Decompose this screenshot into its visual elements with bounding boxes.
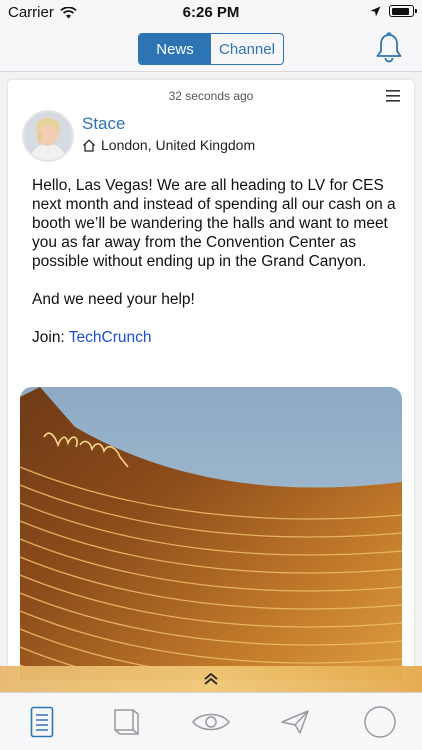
author-name[interactable]: Stace	[82, 114, 125, 134]
post-body: Hello, Las Vegas! We are all heading to …	[32, 176, 402, 366]
post-timestamp: 32 seconds ago	[168, 89, 254, 103]
book-icon	[113, 708, 139, 735]
expand-handle[interactable]	[0, 666, 422, 692]
bottom-tab-bar	[0, 692, 422, 750]
tab-news[interactable]: News	[139, 34, 211, 64]
hotel-building-photo	[20, 387, 402, 680]
battery-icon	[389, 5, 417, 17]
status-right	[370, 5, 417, 17]
double-chevron-up-icon	[204, 673, 218, 685]
battery-level	[391, 7, 409, 15]
hamburger-menu-icon[interactable]	[386, 90, 400, 102]
author-location: London, United Kingdom	[82, 137, 255, 153]
location-arrow-icon	[370, 6, 381, 16]
post-card[interactable]: 32 seconds ago Stace London, United King…	[8, 80, 414, 680]
navigation-bar: News Channel	[0, 26, 422, 72]
join-label: Join:	[32, 329, 65, 346]
location-label: London, United Kingdom	[101, 137, 256, 153]
status-time: 6:26 PM	[182, 4, 240, 21]
tab-feed[interactable]	[0, 693, 84, 750]
avatar-photo	[24, 112, 72, 160]
post-paragraph: And we need your help!	[32, 291, 195, 308]
status-bar: Carrier 6:26 PM	[0, 0, 422, 26]
author-avatar[interactable]	[22, 110, 74, 162]
tab-send[interactable]	[253, 693, 337, 750]
channel-link[interactable]: TechCrunch	[69, 329, 152, 346]
post-image[interactable]	[20, 387, 402, 680]
tab-book[interactable]	[84, 693, 168, 750]
circle-icon	[364, 705, 396, 738]
post-paragraph: Hello, Las Vegas! We are all heading to …	[32, 177, 396, 270]
join-line: Join: TechCrunch	[32, 328, 402, 347]
home-icon	[83, 139, 95, 152]
tab-profile[interactable]	[338, 693, 422, 750]
tab-channel[interactable]: Channel	[211, 34, 283, 64]
send-icon	[281, 709, 310, 734]
bell-icon[interactable]	[374, 32, 404, 64]
news-channel-segmented-control: News Channel	[138, 33, 284, 65]
eye-icon	[192, 713, 230, 730]
feed-icon	[30, 706, 54, 737]
tab-watch[interactable]	[169, 693, 253, 750]
